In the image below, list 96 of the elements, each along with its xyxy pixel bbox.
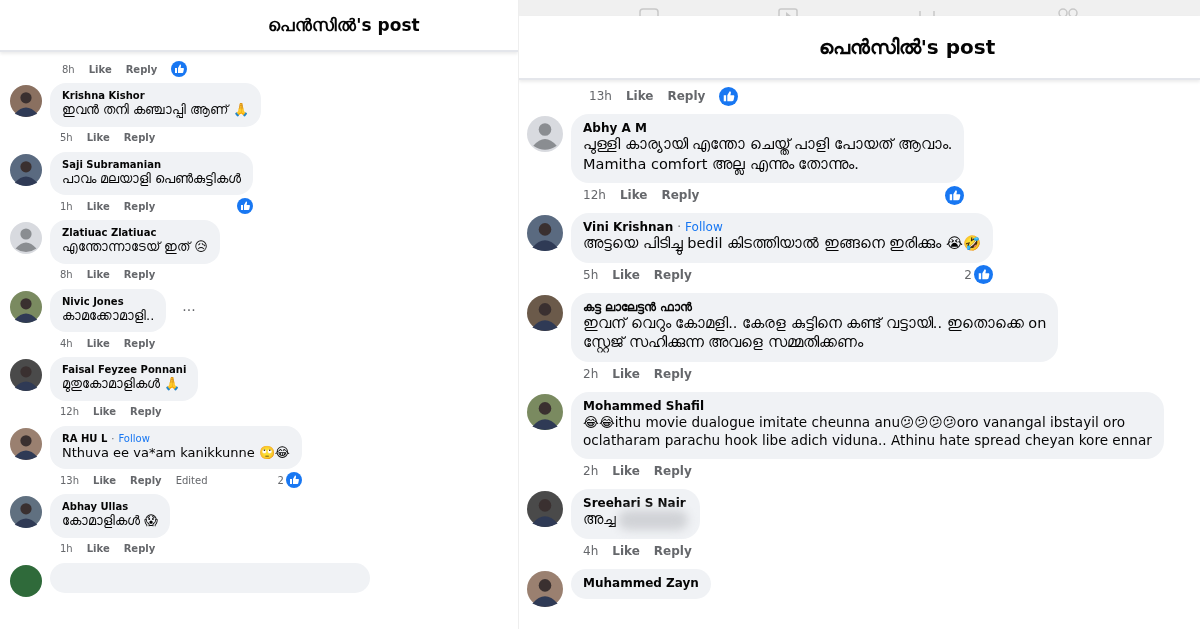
comment-time: 1h — [60, 200, 73, 212]
reply-link[interactable]: Reply — [653, 366, 692, 381]
like-link[interactable]: Like — [86, 337, 110, 349]
reply-link[interactable]: Reply — [123, 132, 156, 144]
comment-text: സ്റ്റേജ് സഹിക്കുന്ന അവളെ സമ്മതിക്കണം — [583, 333, 863, 353]
separator-dot: · — [677, 220, 682, 235]
like-reaction-icon[interactable] — [945, 185, 965, 205]
avatar-icon[interactable] — [527, 215, 563, 252]
reply-link[interactable]: Reply — [667, 89, 706, 103]
commenter-name[interactable]: Vini Krishnan — [583, 220, 674, 235]
avatar-icon[interactable] — [10, 564, 42, 597]
like-reaction-icon[interactable] — [237, 198, 254, 215]
comment-text: Nthuva ee va*am kanikkunne 🙄😂 — [62, 443, 290, 462]
avatar-icon[interactable] — [527, 570, 563, 607]
like-link[interactable]: Like — [612, 463, 640, 478]
like-reaction-icon[interactable] — [974, 265, 993, 285]
commenter-name[interactable]: Saji Subramanian — [62, 158, 162, 170]
comment-text: 😂😂ithu movie dualogue imitate cheunna anu😕😕😕😕oro vanangal ibstayil oro — [583, 412, 1125, 432]
avatar-icon[interactable] — [527, 393, 563, 430]
like-link[interactable]: Like — [86, 132, 110, 144]
commenter-name[interactable]: Abhy A M — [583, 121, 647, 135]
post-title: പെൻസിൽ's post — [268, 15, 420, 35]
avatar-icon[interactable] — [10, 496, 42, 529]
avatar-icon[interactable] — [10, 290, 42, 323]
follow-link[interactable]: Follow — [685, 220, 723, 235]
avatar-icon[interactable] — [10, 359, 42, 392]
comment-text: മുതുകോമാളികൾ 🙏 — [62, 375, 181, 393]
comment-time: 5h — [583, 267, 599, 282]
comment-time: 2h — [583, 463, 599, 478]
comment-text: ഇവൻ തനി കഞ്ചാപ്പി ആണ് 🙏 — [62, 101, 249, 119]
reply-link[interactable]: Reply — [123, 269, 156, 281]
like-link[interactable]: Like — [619, 188, 648, 203]
commenter-name[interactable]: Zlatiuac Zlatiuac — [62, 227, 157, 239]
comment-time: 8h — [60, 269, 73, 281]
commenter-name[interactable]: Nivic Jones — [62, 295, 124, 307]
more-button[interactable]: ··· — [182, 302, 196, 319]
comment-time: 4h — [60, 337, 73, 349]
reaction-count: 2 — [277, 474, 284, 486]
comment-text: അച്ച — [583, 509, 616, 529]
reply-link[interactable]: Reply — [653, 463, 692, 478]
commenter-name[interactable]: RA HU L — [62, 432, 108, 444]
comment-text: കാമക്കോമാളി.. — [62, 307, 155, 325]
commenter-name[interactable]: Mohammed Shafil — [583, 398, 705, 413]
like-link[interactable]: Like — [625, 89, 654, 103]
edited-label: Edited — [175, 474, 208, 486]
commenter-name[interactable]: Krishna Kishor — [62, 90, 145, 101]
like-link[interactable]: Like — [612, 267, 640, 282]
reaction-count: 2 — [964, 267, 972, 282]
comment-text: oclatharam parachu hook libe adich viduna.. Athinu hate spread cheyan kore ennar — [583, 431, 1152, 450]
comment-text: Mamitha comfort അല്ല എന്നും തോന്നും. — [583, 154, 859, 175]
reply-link[interactable]: Reply — [123, 200, 156, 212]
reply-link[interactable]: Reply — [125, 63, 158, 75]
like-link[interactable]: Like — [88, 63, 112, 75]
reply-link[interactable]: Reply — [130, 406, 162, 418]
reply-link[interactable]: Reply — [123, 543, 156, 555]
comment-time: 12h — [60, 406, 80, 418]
commenter-name[interactable]: Abhay Ullas — [62, 501, 129, 513]
commenter-name[interactable]: Sreehari S Nair — [583, 495, 686, 510]
like-link[interactable]: Like — [612, 543, 640, 558]
comment-text: എന്തോന്നാടേയ് ഇത് 😥 — [62, 238, 208, 256]
like-link[interactable]: Like — [612, 366, 640, 381]
comment-time: 12h — [583, 188, 606, 203]
reply-link[interactable]: Reply — [653, 267, 692, 282]
like-reaction-icon[interactable] — [285, 472, 302, 489]
comment-time: 8h — [62, 63, 75, 75]
like-link[interactable]: Like — [86, 200, 110, 212]
separator-dot: · — [111, 432, 115, 444]
reply-link[interactable]: Reply — [130, 474, 162, 486]
comment-text: കോമാളികൾ 😱 — [62, 512, 158, 530]
comment-text: പാവം മലയാളി പെൺകുട്ടികൾ — [62, 170, 242, 188]
avatar-icon[interactable] — [10, 153, 42, 186]
follow-link[interactable]: Follow — [118, 432, 150, 444]
avatar-icon[interactable] — [527, 294, 563, 331]
like-link[interactable]: Like — [93, 406, 117, 418]
reply-link[interactable]: Reply — [653, 543, 692, 558]
like-link[interactable]: Like — [86, 269, 110, 281]
comment-time: 1h — [60, 543, 73, 555]
reply-link[interactable]: Reply — [661, 188, 700, 203]
commenter-name[interactable]: Faisal Feyzee Ponnani — [62, 364, 187, 376]
comment-time: 13h — [589, 89, 612, 103]
reply-link[interactable]: Reply — [123, 337, 156, 349]
avatar-icon[interactable] — [527, 490, 563, 527]
comment-time: 2h — [583, 366, 599, 381]
comment-time: 5h — [60, 132, 73, 144]
post-title: പെൻസിൽ's post — [818, 35, 996, 59]
like-link[interactable]: Like — [93, 474, 117, 486]
comment-text: ഇവന് വെറും കോമളി.. കേരള കുട്ടിനെ കണ്ട് വട്ടായി.. ഇതൊക്കെ on — [583, 314, 1047, 334]
avatar-icon[interactable] — [10, 85, 42, 117]
commenter-name[interactable]: Muhammed Zayn — [583, 575, 699, 590]
comment-time: 4h — [583, 543, 599, 558]
commenter-name[interactable]: കട്ട ലാലേട്ടൻ ഫാൻ — [583, 299, 693, 314]
comment-time: 13h — [60, 474, 80, 486]
comment-text: പുള്ളി കാര്യായി എന്തോ ചെയ്ത് പാളി പോയത് ആവാം. — [583, 135, 953, 155]
like-link[interactable]: Like — [86, 543, 110, 555]
avatar-icon[interactable] — [10, 427, 42, 460]
comment-text: അട്ടയെ പിടിച്ചു bedil കിടത്തിയാൽ ഇങ്ങനെ ഇരിക്കും 😭🤣 — [583, 234, 981, 254]
